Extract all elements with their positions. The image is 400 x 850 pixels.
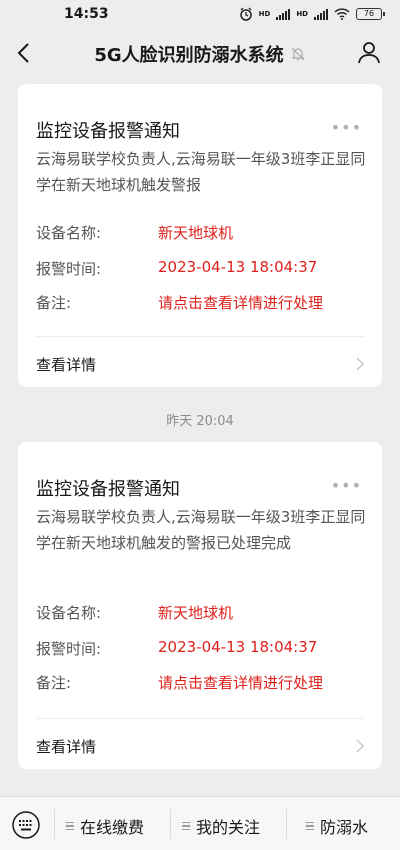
- alarm-card[interactable]: 监控设备报警通知 ••• 云海易联学校负责人,云海易联一年级3班李正显同学在新天…: [18, 442, 382, 769]
- hd-tag-2: HD: [296, 10, 308, 18]
- menu-icon: [66, 821, 74, 831]
- hd-tag: HD: [258, 10, 271, 18]
- keyboard-icon[interactable]: [12, 811, 40, 839]
- menu-my-follow[interactable]: 我的关注: [182, 814, 260, 838]
- user-icon[interactable]: [356, 39, 382, 65]
- mute-bell-icon: [291, 47, 305, 61]
- menu-label: 防溺水: [320, 818, 369, 837]
- menu-separator: [54, 809, 55, 839]
- card-title: 监控设备报警通知: [36, 121, 180, 142]
- field-label: 设备名称:: [36, 604, 102, 622]
- bottom-menu-bar: 在线缴费 我的关注 防溺水: [0, 796, 400, 850]
- more-options-icon[interactable]: •••: [331, 118, 362, 137]
- view-details-link[interactable]: 查看详情: [36, 354, 96, 375]
- view-details-link[interactable]: 查看详情: [36, 736, 96, 757]
- nav-title-container: 5G人脸识别防溺水系统: [0, 41, 400, 67]
- status-time: 14:53: [64, 6, 109, 22]
- message-list[interactable]: 监控设备报警通知 ••• 云海易联学校负责人,云海易联一年级3班李正显同学在新天…: [0, 76, 400, 796]
- field-label: 报警时间:: [36, 260, 102, 278]
- menu-icon: [306, 821, 314, 831]
- field-value: 新天地球机: [158, 224, 234, 242]
- message-timestamp: 昨天 20:04: [166, 414, 234, 429]
- card-description: 云海易联学校负责人,云海易联一年级3班李正显同学在新天地球机触发警报: [36, 150, 366, 194]
- field-label: 设备名称:: [36, 224, 102, 242]
- chevron-right-icon[interactable]: [354, 356, 366, 372]
- divider: [36, 718, 364, 719]
- menu-separator: [286, 809, 287, 839]
- menu-icon: [182, 821, 190, 831]
- field-value: 请点击查看详情进行处理: [158, 674, 324, 692]
- battery-icon: 76: [356, 8, 385, 20]
- card-description: 云海易联学校负责人,云海易联一年级3班李正显同学在新天地球机触发的警报已处理完成: [36, 508, 366, 552]
- field-label: 备注:: [36, 674, 72, 692]
- field-label: 报警时间:: [36, 640, 102, 658]
- card-title: 监控设备报警通知: [36, 479, 180, 500]
- divider: [36, 336, 364, 337]
- field-value: 新天地球机: [158, 604, 234, 622]
- alarm-icon: [239, 7, 252, 21]
- chevron-right-icon[interactable]: [354, 738, 366, 754]
- menu-online-payment[interactable]: 在线缴费: [66, 814, 144, 838]
- menu-label: 在线缴费: [80, 818, 145, 837]
- more-options-icon[interactable]: •••: [331, 476, 362, 495]
- menu-separator: [170, 809, 171, 839]
- signal-icon-2: [314, 8, 328, 20]
- field-label: 备注:: [36, 294, 72, 312]
- field-value: 请点击查看详情进行处理: [158, 294, 324, 312]
- field-value: 2023-04-13 18:04:37: [158, 258, 318, 276]
- signal-icon: [276, 8, 291, 20]
- menu-drowning-prevention[interactable]: 防溺水: [306, 814, 368, 838]
- page-title: 5G人脸识别防溺水系统: [94, 45, 284, 66]
- alarm-card[interactable]: 监控设备报警通知 ••• 云海易联学校负责人,云海易联一年级3班李正显同学在新天…: [18, 84, 382, 387]
- field-value: 2023-04-13 18:04:37: [158, 638, 318, 656]
- nav-bar: 5G人脸识别防溺水系统: [0, 30, 400, 76]
- status-icons: HD HD 76: [239, 7, 385, 21]
- status-bar: 14:53 HD HD 76: [0, 0, 400, 30]
- wifi-icon: [334, 8, 350, 20]
- menu-label: 我的关注: [196, 818, 261, 837]
